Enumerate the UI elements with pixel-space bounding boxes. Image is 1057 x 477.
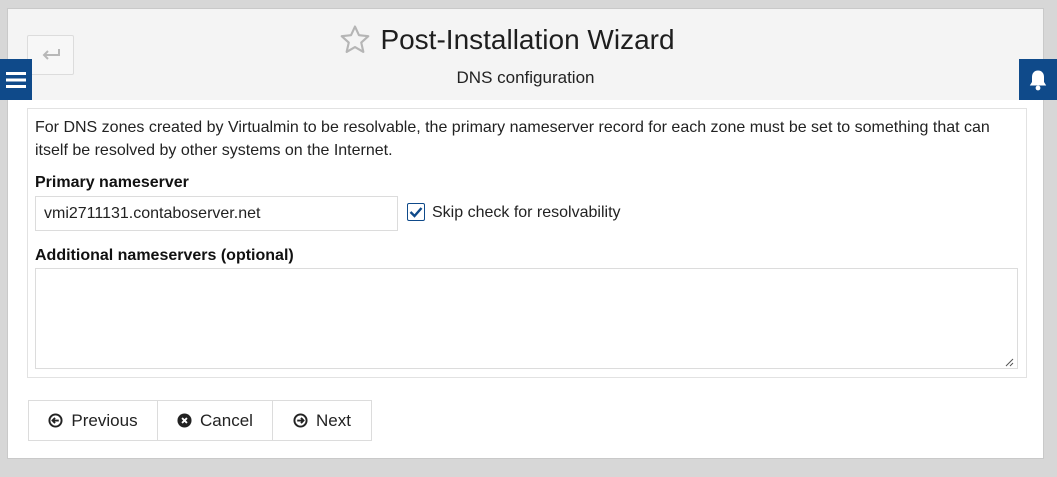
- checkmark-icon: [409, 207, 423, 218]
- notifications-button[interactable]: [1019, 59, 1057, 100]
- hamburger-menu-icon: [6, 71, 26, 88]
- dns-form-panel: For DNS zones created by Virtualmin to b…: [27, 108, 1027, 378]
- form-description: For DNS zones created by Virtualmin to b…: [35, 119, 990, 159]
- next-label: Next: [316, 410, 351, 430]
- additional-nameservers-textarea[interactable]: [35, 268, 1018, 369]
- title-row: Post-Installation Wizard: [8, 23, 1043, 57]
- resize-handle-icon[interactable]: [1004, 357, 1014, 367]
- cancel-button[interactable]: Cancel: [158, 401, 273, 440]
- wizard-frame: Post-Installation Wizard DNS configurati…: [7, 8, 1044, 459]
- additional-nameservers-label: Additional nameservers (optional): [35, 247, 294, 264]
- primary-nameserver-input[interactable]: [35, 196, 398, 231]
- bell-icon: [1029, 70, 1047, 90]
- arrow-circle-right-icon: [293, 413, 308, 428]
- cancel-label: Cancel: [200, 410, 253, 430]
- next-button[interactable]: Next: [273, 401, 371, 440]
- skip-check-checkbox[interactable]: [407, 203, 425, 221]
- skip-check-label[interactable]: Skip check for resolvability: [432, 204, 621, 222]
- page-title: Post-Installation Wizard: [380, 24, 675, 55]
- sidebar-toggle-button[interactable]: [0, 59, 32, 100]
- page-header: Post-Installation Wizard DNS configurati…: [8, 9, 1043, 441]
- times-circle-icon: [177, 413, 192, 428]
- previous-label: Previous: [71, 410, 138, 430]
- previous-button[interactable]: Previous: [29, 401, 158, 440]
- page-subtitle: DNS configuration: [456, 68, 595, 87]
- wizard-buttons: Previous Cancel Next: [28, 400, 372, 441]
- primary-nameserver-label: Primary nameserver: [35, 174, 189, 191]
- arrow-circle-left-icon: [48, 413, 63, 428]
- star-icon[interactable]: [338, 23, 372, 57]
